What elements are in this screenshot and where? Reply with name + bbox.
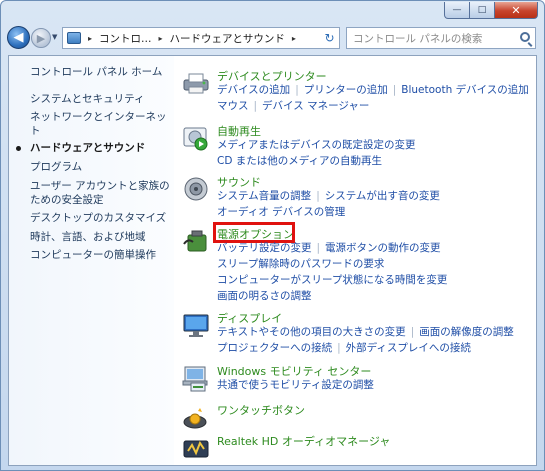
control-panel-icon [67, 32, 81, 44]
task-link-row: スリープ解除時のパスワードの要求 [217, 256, 384, 271]
sidebar-item-ease-of-access[interactable]: コンピューターの簡単操作 [30, 248, 175, 262]
sidebar: コントロール パネル ホーム システムとセキュリティ ネットワークとインターネッ… [9, 56, 174, 465]
task-link[interactable]: デバイス マネージャー [262, 100, 369, 112]
task-link[interactable]: マウス [217, 100, 249, 112]
task-link[interactable]: Bluetooth デバイスの追加 [401, 84, 529, 96]
task-link-row: メディアまたはデバイスの既定設定の変更 [217, 137, 415, 152]
task-link[interactable]: バッテリ設定の変更 [217, 242, 312, 254]
task-link[interactable]: システムが出す音の変更 [325, 190, 440, 202]
breadcrumb-separator-icon[interactable]: ▸ [85, 34, 95, 43]
sidebar-item-programs[interactable]: プログラム [30, 160, 175, 174]
task-link-row: テキストやその他の項目の大きさの変更 | 画面の解像度の調整 [217, 324, 514, 339]
maximize-button[interactable]: □ [470, 2, 495, 19]
content-area: コントロール パネル ホーム システムとセキュリティ ネットワークとインターネッ… [8, 55, 537, 466]
task-link-row: CD または他のメディアの自動再生 [217, 153, 382, 168]
breadcrumb-control-panel[interactable]: コントロ… [95, 31, 156, 46]
link-separator: | [337, 342, 341, 354]
link-separator: | [253, 100, 258, 112]
sidebar-item-system-and-security[interactable]: システムとセキュリティ [30, 92, 175, 106]
task-link-row: 共通で使うモビリティ設定の調整 [217, 377, 374, 392]
task-link[interactable]: システム音量の調整 [217, 190, 311, 202]
task-link-row: 画面の明るさの調整 [217, 288, 312, 303]
task-link-row: コンピューターがスリープ状態になる時間を変更 [217, 272, 447, 287]
control-panel-window: — □ ✕ ◀ ▶ ▼ ▸ コントロ… ▸ ハードウェアとサウンド ▸ ↻ コン… [0, 0, 545, 471]
refresh-icon[interactable]: ↻ [319, 28, 340, 48]
power-options-icon[interactable] [181, 226, 211, 256]
category-title[interactable]: ワンタッチボタン [217, 402, 305, 418]
search-icon[interactable] [520, 32, 530, 42]
sidebar-item-user-accounts[interactable]: ユーザー アカウントと家族のための安全設定 [30, 179, 170, 207]
speaker-icon[interactable] [181, 174, 211, 204]
task-link[interactable]: デバイスの追加 [217, 84, 290, 96]
task-link[interactable]: 外部ディスプレイへの接続 [346, 342, 471, 354]
sidebar-item-network-and-internet[interactable]: ネットワークとインターネット [30, 110, 170, 138]
sidebar-item-hardware-and-sound: ハードウェアとサウンド [30, 142, 146, 154]
printer-icon[interactable] [181, 68, 211, 98]
task-link[interactable]: プロジェクターへの接続 [217, 342, 332, 354]
minimize-button[interactable]: — [444, 2, 470, 19]
category-list: デバイスとプリンター デバイスの追加 | プリンターの追加 | Bluetooth デバイ… [175, 56, 537, 465]
task-link[interactable]: テキストやその他の項目の大きさの変更 [217, 326, 406, 338]
task-link[interactable]: 共通で使うモビリティ設定の調整 [217, 379, 374, 391]
task-link[interactable]: 画面の解像度の調整 [419, 326, 514, 338]
link-separator: | [316, 242, 321, 254]
sidebar-item-control-panel-home[interactable]: コントロール パネル ホーム [30, 65, 175, 79]
link-separator: | [410, 326, 415, 338]
task-link-row: プロジェクターへの接続 | 外部ディスプレイへの接続 [217, 340, 471, 355]
task-link[interactable]: CD または他のメディアの自動再生 [217, 155, 382, 167]
active-bullet-icon [16, 146, 21, 151]
recent-pages-dropdown[interactable]: ▼ [52, 33, 57, 41]
task-link[interactable]: 画面の明るさの調整 [217, 290, 312, 302]
breadcrumb-hardware-and-sound[interactable]: ハードウェアとサウンド [166, 31, 289, 46]
back-button[interactable]: ◀ [7, 26, 30, 49]
forward-button[interactable]: ▶ [31, 28, 51, 48]
caption-buttons: — □ ✕ [444, 2, 538, 19]
task-link[interactable]: オーディオ デバイスの管理 [217, 206, 345, 218]
search-placeholder: コントロール パネルの検索 [353, 32, 483, 45]
close-button[interactable]: ✕ [495, 2, 538, 19]
link-separator: | [316, 190, 320, 202]
link-separator: | [295, 84, 299, 96]
link-separator: | [392, 84, 397, 96]
sidebar-item-personalization[interactable]: デスクトップのカスタマイズ [30, 211, 175, 225]
onetouch-icon[interactable] [181, 402, 211, 432]
task-link[interactable]: プリンターの追加 [304, 84, 388, 96]
task-link[interactable]: メディアまたはデバイスの既定設定の変更 [217, 139, 415, 151]
address-bar[interactable]: ▸ コントロ… ▸ ハードウェアとサウンド ▸ [62, 27, 340, 49]
breadcrumb-separator-icon[interactable]: ▸ [156, 34, 166, 43]
autoplay-icon[interactable] [181, 123, 211, 153]
display-icon[interactable] [181, 310, 211, 340]
task-link-row: システム音量の調整 | システムが出す音の変更 [217, 188, 440, 203]
mobility-center-icon[interactable] [181, 363, 211, 393]
task-link-row: オーディオ デバイスの管理 [217, 204, 345, 219]
task-link[interactable]: 電源ボタンの動作の変更 [325, 242, 441, 254]
realtek-audio-icon[interactable] [181, 433, 211, 463]
breadcrumb-separator-icon[interactable]: ▸ [289, 34, 299, 43]
task-link-row: デバイスの追加 | プリンターの追加 | Bluetooth デバイスの追加 [217, 82, 529, 97]
task-link[interactable]: コンピューターがスリープ状態になる時間を変更 [217, 274, 447, 286]
sidebar-item-clock-language-region[interactable]: 時計、言語、および地域 [30, 230, 175, 244]
navigation-bar: ◀ ▶ ▼ ▸ コントロ… ▸ ハードウェアとサウンド ▸ ↻ コントロール パ… [1, 24, 545, 52]
task-link[interactable]: スリープ解除時のパスワードの要求 [217, 258, 384, 270]
search-input[interactable]: コントロール パネルの検索 [346, 27, 536, 49]
task-link-row: バッテリ設定の変更 | 電源ボタンの動作の変更 [217, 240, 441, 255]
task-link-row: マウス | デバイス マネージャー [217, 98, 369, 113]
category-title[interactable]: Realtek HD オーディオマネージャ [217, 433, 390, 449]
